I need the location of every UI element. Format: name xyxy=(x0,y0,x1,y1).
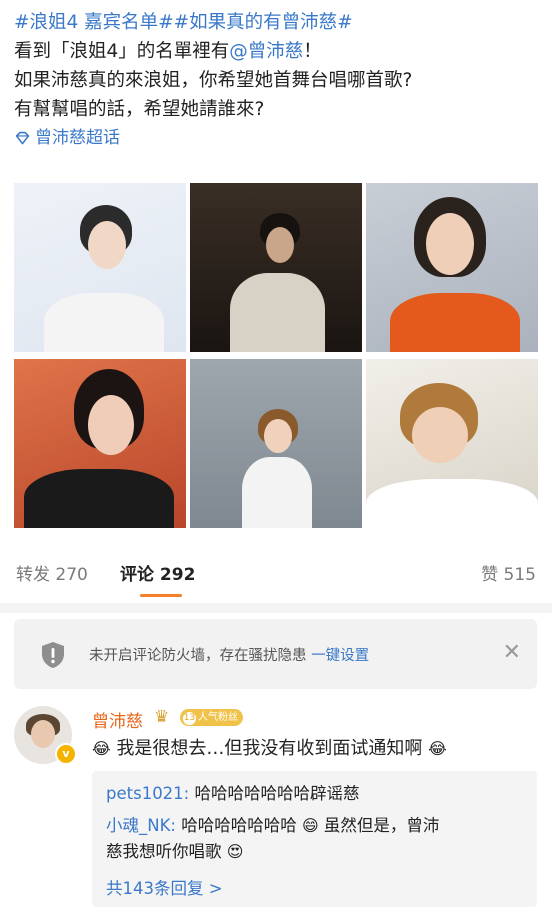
photo-6[interactable] xyxy=(366,359,538,528)
diamond-icon xyxy=(15,131,30,145)
comment-username[interactable]: 曾沛慈 xyxy=(92,707,143,732)
photo-1[interactable] xyxy=(14,183,186,352)
mention-link[interactable]: @曾沛慈 xyxy=(229,41,303,62)
reply-item[interactable]: 小魂_NK: 哈哈哈哈哈哈哈 😄 虽然但是，曾沛 xyxy=(106,813,439,839)
reply-user[interactable]: pets1021: xyxy=(106,784,189,803)
laughing-crying-emoji-icon: 😂 xyxy=(92,739,111,758)
image-grid xyxy=(14,183,538,529)
firewall-text-row: 未开启评论防火墙，存在骚扰隐患 一键设置 xyxy=(89,644,369,665)
stats-bar: 转发 270 评论 292 赞 515 xyxy=(0,560,552,597)
post-line-2: 看到「浪姐4」的名單裡有@曾沛慈！ xyxy=(14,37,539,66)
comment-tab[interactable]: 评论 292 xyxy=(120,560,195,585)
comment-text: 我是很想去…但我没有收到面试通知啊 xyxy=(116,738,423,759)
firewall-setup-link[interactable]: 一键设置 xyxy=(311,648,369,664)
heart-eyes-emoji-icon: 😍 xyxy=(226,842,244,861)
like-tab[interactable]: 赞 515 xyxy=(481,560,536,585)
laughing-crying-emoji-icon: 😂 xyxy=(428,739,447,758)
shield-icon xyxy=(42,642,64,668)
fan-badge-label: 人气粉丝 xyxy=(198,712,238,723)
super-topic-label[interactable]: 曾沛慈超话 xyxy=(35,124,120,153)
fan-level: 13 xyxy=(183,712,196,725)
reply-text-cont: 虽然但是，曾沛 xyxy=(323,816,440,835)
reply-text: 哈哈哈哈哈哈哈 xyxy=(181,816,297,835)
laughing-emoji-icon: 😄 xyxy=(301,816,319,835)
reply-box: pets1021: 哈哈哈哈哈哈哈辟谣慈 小魂_NK: 哈哈哈哈哈哈哈 😄 虽然… xyxy=(92,771,537,907)
hashtag-text[interactable]: #浪姐4 嘉宾名单##如果真的有曾沛慈# xyxy=(14,12,353,33)
comment-text-row: 😂 我是很想去…但我没有收到面试通知啊 😂 xyxy=(92,734,447,760)
post-hashtags[interactable]: #浪姐4 嘉宾名单##如果真的有曾沛慈# xyxy=(14,8,539,37)
reply-text-cont: 慈我想听你唱歌 xyxy=(106,842,222,861)
reply-item[interactable]: pets1021: 哈哈哈哈哈哈哈辟谣慈 xyxy=(106,781,360,807)
reply-user[interactable]: 小魂_NK: xyxy=(106,816,176,835)
reply-item-continued: 慈我想听你唱歌 😍 xyxy=(106,839,243,865)
post-line-3: 如果沛慈真的來浪姐，你希望她首舞台唱哪首歌? xyxy=(14,70,413,91)
firewall-text: 未开启评论防火墙，存在骚扰隐患 xyxy=(89,648,307,664)
post-line-2-pre: 看到「浪姐4」的名單裡有 xyxy=(14,41,230,62)
fan-badge[interactable]: 13 人气粉丝 xyxy=(180,709,243,726)
post-body: #浪姐4 嘉宾名单##如果真的有曾沛慈# 看到「浪姐4」的名單裡有@曾沛慈！ 如… xyxy=(14,8,539,153)
post-line-2-post: ！ xyxy=(303,41,322,62)
photo-4[interactable] xyxy=(14,359,186,528)
super-topic-link[interactable]: 曾沛慈超话 xyxy=(14,124,539,153)
reply-text: 哈哈哈哈哈哈哈辟谣慈 xyxy=(194,784,360,803)
repost-tab[interactable]: 转发 270 xyxy=(16,560,88,585)
photo-5[interactable] xyxy=(190,359,362,528)
active-tab-indicator xyxy=(140,594,182,597)
post-line-4: 有幫幫唱的話，希望她請誰來? xyxy=(14,99,265,120)
more-replies-link[interactable]: 共143条回复 > xyxy=(106,875,223,899)
close-icon[interactable]: ✕ xyxy=(503,641,521,665)
photo-2[interactable] xyxy=(190,183,362,352)
verified-icon: v xyxy=(55,743,77,765)
crown-icon: ♛ xyxy=(154,707,170,727)
photo-3[interactable] xyxy=(366,183,538,352)
firewall-notice: 未开启评论防火墙，存在骚扰隐患 一键设置 ✕ xyxy=(14,619,537,689)
divider xyxy=(0,603,552,613)
